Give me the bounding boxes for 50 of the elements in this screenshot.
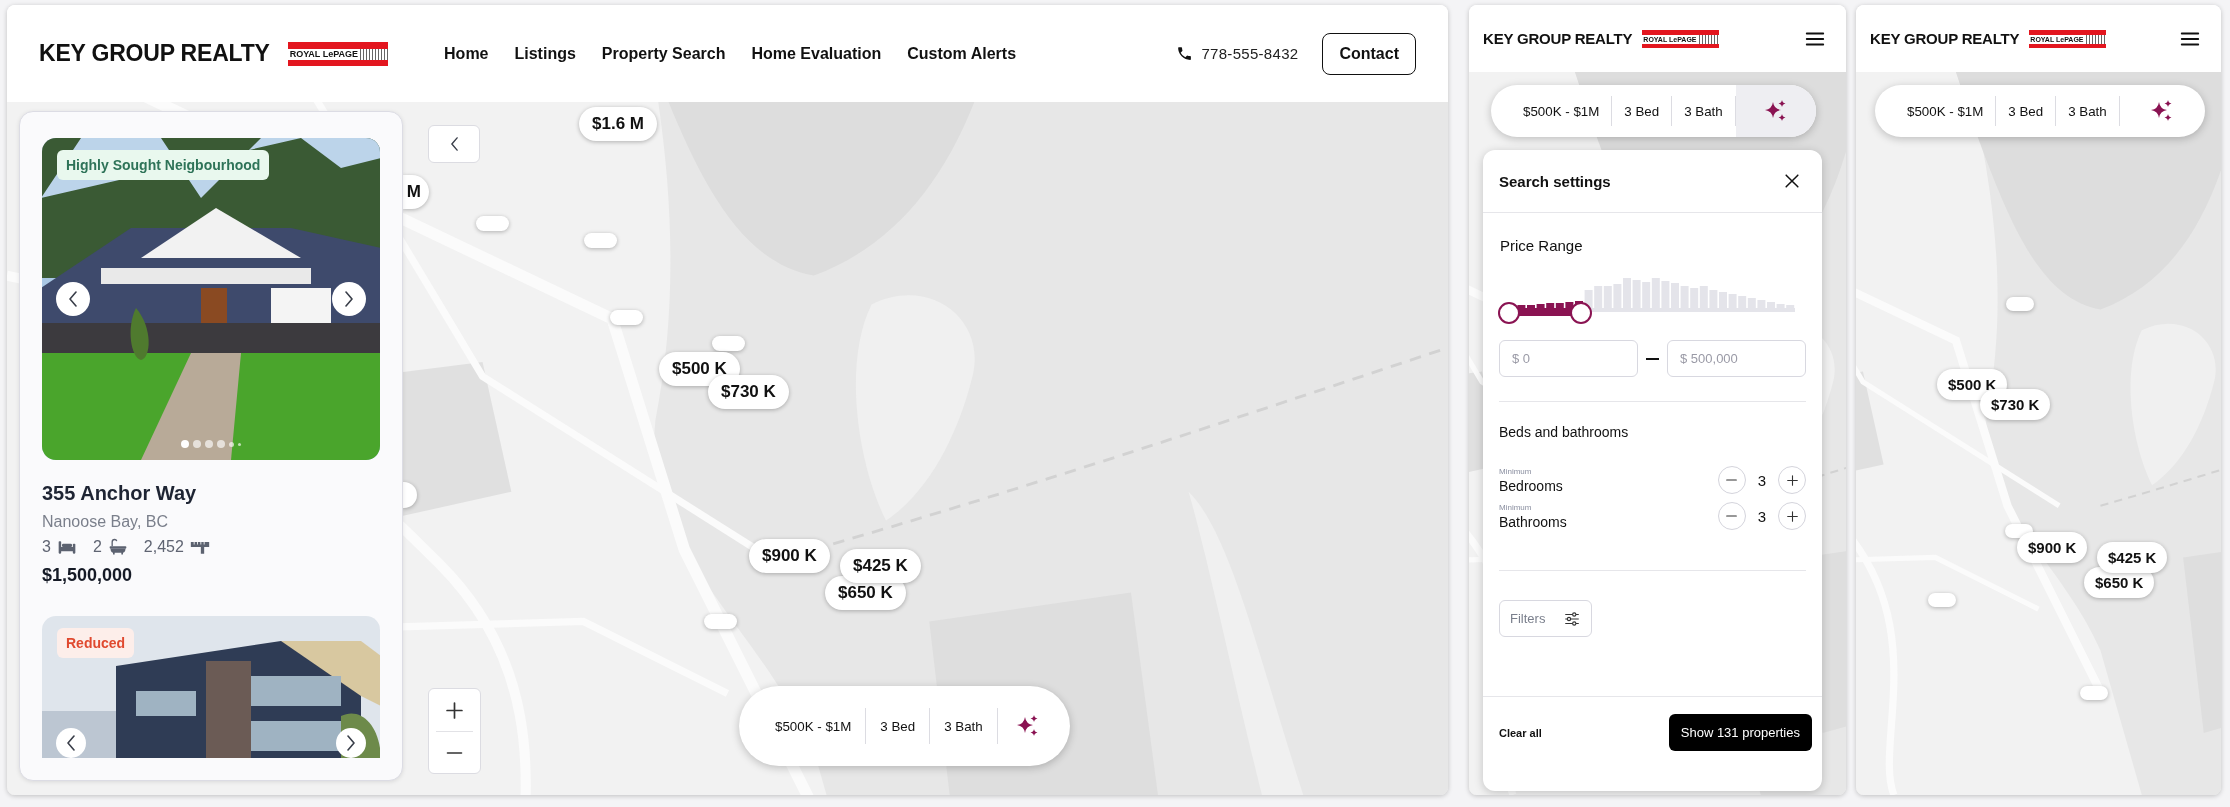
ai-search-button[interactable]: [1735, 85, 1816, 137]
slider-handle[interactable]: [1498, 302, 1520, 324]
min-price-field[interactable]: $ 0: [1499, 340, 1638, 377]
nav-link[interactable]: Custom Alerts: [907, 44, 1017, 63]
counter-value: 3: [1757, 471, 1766, 489]
phone-icon: [1176, 45, 1194, 62]
filter-chip[interactable]: $500K - $1M: [1511, 85, 1612, 137]
brand-logo[interactable]: KEY GROUP REALTY: [39, 40, 270, 67]
slider-handle[interactable]: [1570, 302, 1592, 324]
section-label: Price Range: [1500, 237, 1584, 254]
plus-icon: [1786, 474, 1798, 486]
sliders-icon: [1563, 609, 1581, 628]
plus-icon: [1786, 510, 1798, 522]
nav-link[interactable]: Home: [444, 44, 489, 63]
phone-link[interactable]: 778-555-8432: [1201, 45, 1299, 62]
field-label: Bedrooms: [1499, 477, 1563, 494]
royal-lepage-logo: ROYAL LePAGE: [287, 41, 389, 66]
clear-all-button[interactable]: Clear all: [1499, 714, 1542, 751]
decrease-button[interactable]: [1717, 466, 1746, 494]
show-results-button[interactable]: Show 131 properties: [1668, 714, 1812, 751]
price-marker[interactable]: $900 K: [2017, 532, 2088, 563]
map-marker[interactable]: [2006, 297, 2034, 311]
brand-logo[interactable]: KEY GROUP REALTY: [1483, 30, 1633, 47]
nav-link[interactable]: Listings: [514, 44, 576, 63]
sheet-title: Search settings: [1499, 172, 1611, 190]
decrease-button[interactable]: [1717, 502, 1746, 530]
price-marker[interactable]: $730 K: [1980, 389, 2051, 420]
minus-icon: [1726, 479, 1738, 481]
field-label: Bathrooms: [1499, 513, 1567, 530]
filter-chip[interactable]: 3 Bath: [1672, 85, 1735, 137]
filters-button[interactable]: Filters: [1499, 600, 1592, 637]
nav-link[interactable]: Home Evaluation: [751, 44, 882, 63]
counter-value: 3: [1757, 507, 1766, 525]
filter-chip[interactable]: 3 Bed: [1612, 85, 1672, 137]
max-price-field[interactable]: $ 500,000: [1667, 340, 1806, 377]
field-caption: Minimum: [1499, 466, 1533, 476]
map-marker[interactable]: [1928, 593, 1956, 607]
increase-button[interactable]: [1778, 466, 1806, 494]
increase-button[interactable]: [1778, 502, 1806, 530]
map-marker[interactable]: [2080, 686, 2108, 700]
filter-chip[interactable]: $500K - $1M: [1895, 85, 1996, 137]
field-caption: Minimum: [1499, 502, 1533, 512]
contact-button[interactable]: Contact: [1322, 32, 1416, 75]
minus-icon: [1726, 515, 1738, 517]
section-label: Beds and bathrooms: [1499, 424, 1630, 440]
brand-logo[interactable]: KEY GROUP REALTY: [1870, 30, 2020, 47]
filter-chip[interactable]: 3 Bed: [1996, 85, 2056, 137]
price-marker[interactable]: $425 K: [2097, 542, 2168, 573]
nav-link[interactable]: Property Search: [601, 44, 726, 63]
filter-chip[interactable]: 3 Bath: [2056, 85, 2119, 137]
